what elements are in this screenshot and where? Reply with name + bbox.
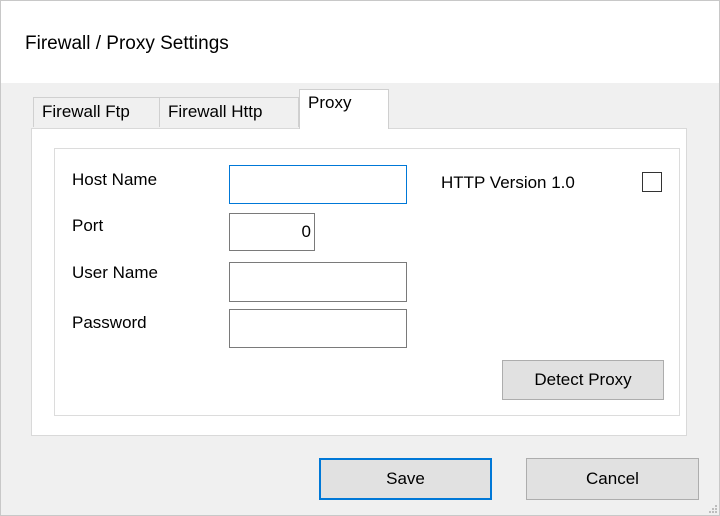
window-title: Firewall / Proxy Settings: [25, 33, 229, 54]
tab-firewall-ftp[interactable]: Firewall Ftp: [33, 97, 160, 127]
port-label: Port: [72, 216, 104, 235]
save-button[interactable]: Save: [319, 458, 492, 500]
proxy-tab-panel: Host Name Port User Name Password HTTP V…: [31, 128, 687, 436]
resize-grip-icon[interactable]: [709, 505, 717, 513]
settings-dialog: Firewall / Proxy Settings Firewall Ftp F…: [0, 0, 720, 516]
password-input[interactable]: [229, 309, 407, 348]
tab-proxy[interactable]: Proxy: [299, 89, 389, 129]
user-name-label: User Name: [72, 263, 158, 282]
http-version-checkbox[interactable]: [642, 172, 662, 192]
port-input[interactable]: [229, 213, 315, 251]
tab-firewall-http[interactable]: Firewall Http: [159, 97, 299, 127]
host-name-input[interactable]: [229, 165, 407, 204]
http-version-label: HTTP Version 1.0: [441, 173, 575, 192]
password-label: Password: [72, 313, 147, 332]
title-bar: Firewall / Proxy Settings: [1, 1, 719, 83]
detect-proxy-button[interactable]: Detect Proxy: [502, 360, 664, 400]
user-name-input[interactable]: [229, 262, 407, 302]
host-name-label: Host Name: [72, 170, 158, 189]
cancel-button[interactable]: Cancel: [526, 458, 699, 500]
